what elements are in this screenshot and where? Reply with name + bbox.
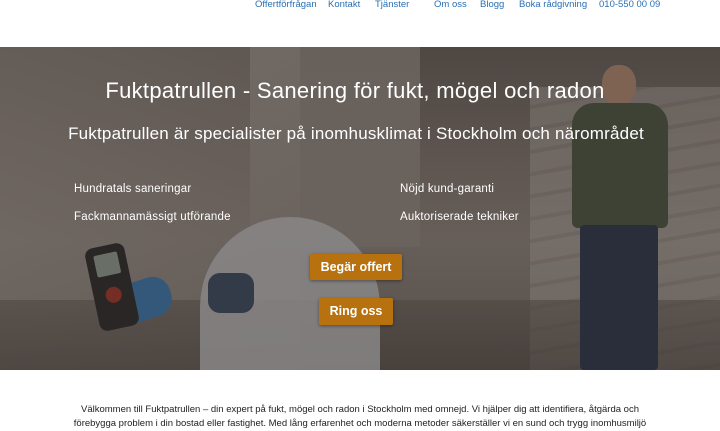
feature-hundratals-saneringar: Hundratals saneringar bbox=[74, 183, 192, 195]
hero-content: Fuktpatrullen - Sanering för fukt, mögel… bbox=[0, 47, 720, 370]
nav-phone-link[interactable]: 010-550 00 09 bbox=[599, 0, 660, 10]
nav-blogg-link[interactable]: Blogg bbox=[480, 0, 504, 10]
begar-offert-button[interactable]: Begär offert bbox=[310, 254, 402, 280]
nav-boka-radgivning-link[interactable]: Boka rådgivning bbox=[519, 0, 587, 10]
hero-section: Fuktpatrullen - Sanering för fukt, mögel… bbox=[0, 47, 720, 370]
intro-text-line-2: förebygga problem i din bostad eller fas… bbox=[73, 418, 647, 429]
nav-kontakt-link[interactable]: Kontakt bbox=[328, 0, 360, 10]
nav-tjanster-link[interactable]: Tjänster bbox=[375, 0, 409, 10]
feature-nojd-kund-garanti: Nöjd kund-garanti bbox=[400, 183, 495, 195]
feature-fackmannamassigt: Fackmannamässigt utförande bbox=[74, 211, 231, 223]
nav-om-oss-link[interactable]: Om oss bbox=[434, 0, 467, 10]
feature-auktoriserade-tekniker: Auktoriserade tekniker bbox=[400, 211, 519, 223]
hero-title: Fuktpatrullen - Sanering för fukt, mögel… bbox=[105, 78, 605, 103]
intro-section: Välkommen till Fuktpatrullen – din exper… bbox=[0, 403, 720, 431]
nav-offertforfragan-link[interactable]: Offertförfrågan bbox=[255, 0, 317, 10]
ring-oss-button[interactable]: Ring oss bbox=[319, 298, 393, 325]
top-navigation: Offertförfrågan Kontakt Tjänster Om oss … bbox=[0, 0, 720, 48]
hero-subtitle: Fuktpatrullen är specialister på inomhus… bbox=[68, 124, 644, 143]
intro-text-line-1: Välkommen till Fuktpatrullen – din exper… bbox=[81, 404, 639, 415]
